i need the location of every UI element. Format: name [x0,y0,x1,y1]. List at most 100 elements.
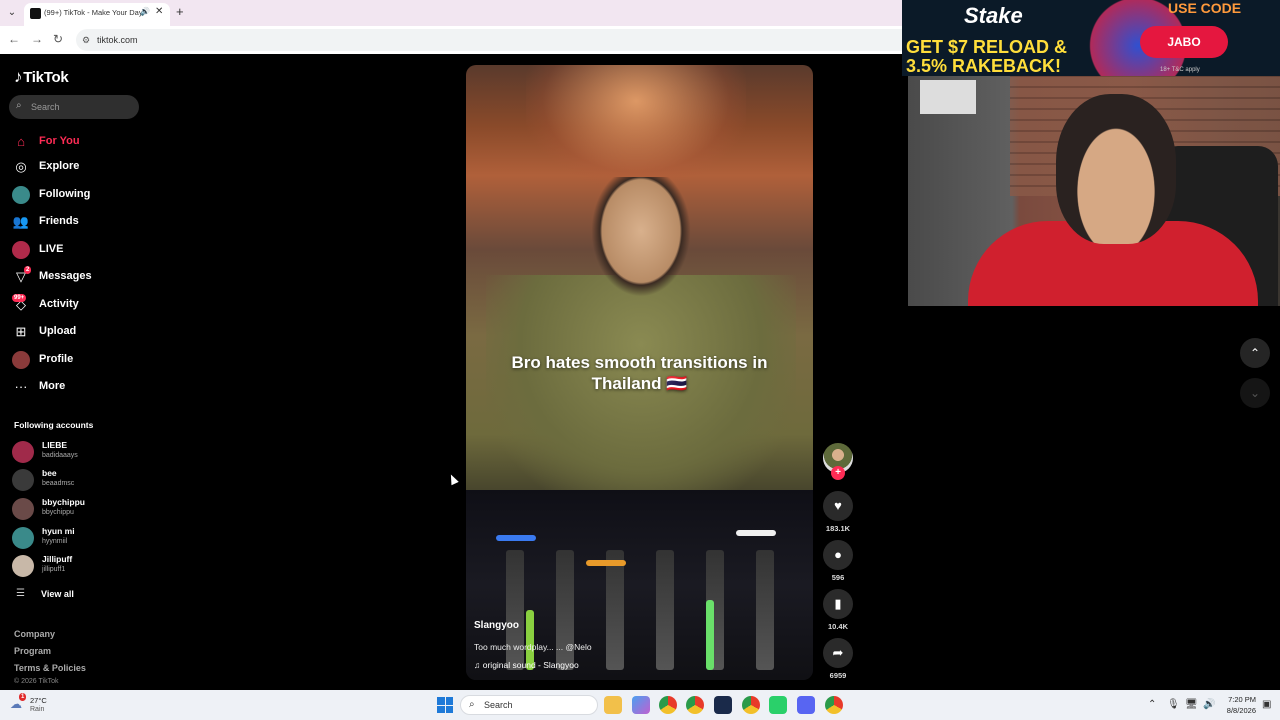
nav-item-following[interactable]: Following [12,184,142,206]
nav-label: Messages [39,270,92,282]
nav-label: More [39,380,66,392]
browser-tab[interactable]: (99+) TikTok - Make Your Day 🔊 ✕ [24,3,170,26]
streamer-head [1056,94,1176,244]
webcam-overlay [908,76,1280,306]
account-name: LIEBE [42,440,68,450]
browser-toolbar: ← → ↻ ⚙ tiktok.com [0,26,902,54]
file-explorer-icon[interactable] [604,696,622,714]
follow-plus-icon[interactable]: + [831,466,845,480]
weather-condition: Rain [30,706,45,713]
mouse-cursor-icon [447,472,459,486]
windows-start-icon[interactable] [437,697,453,713]
search-box[interactable]: ⌕ [9,95,139,119]
chrome-active-icon[interactable] [825,696,843,714]
following-account[interactable]: bee beaadmsc [12,467,142,493]
browser-tab-bar: ⌄ (99+) TikTok - Make Your Day 🔊 ✕ + [0,0,902,26]
sound-label: original sound - Slangyoo [482,660,579,670]
account-name: bee [42,468,57,478]
save-button[interactable]: ▮ 10.4K [823,589,853,631]
nav-item-explore[interactable]: ◎ Explore [12,156,142,178]
following-account[interactable]: hyun mi hyynmiil [12,525,142,551]
previous-video-chevron-up-icon[interactable]: ⌃ [1240,338,1270,368]
network-icon[interactable]: 🖥 [1185,699,1198,710]
avatar [12,498,34,520]
url-text[interactable]: tiktok.com [97,35,138,45]
tiktok-logo[interactable]: ♪TikTok [14,67,69,87]
footer-link-company[interactable]: Company [14,629,55,639]
view-all-button[interactable]: ☰ View all [14,588,114,602]
clock-time[interactable]: 7:20 PM [1226,695,1256,704]
video-author[interactable]: Slangyoo [474,620,519,631]
address-bar[interactable]: ⚙ tiktok.com [76,29,902,51]
chrome-alt-icon[interactable] [742,696,760,714]
chrome-profile-icon[interactable] [686,696,704,714]
nav-item-upload[interactable]: ⊞ Upload [12,321,142,343]
volume-icon[interactable]: 🔊 [1203,699,1215,710]
following-account[interactable]: LIEBE badidaaays [12,439,142,465]
new-tab-plus-icon[interactable]: + [176,4,184,19]
back-arrow-icon[interactable]: ← [8,32,20,46]
nav-item-messages[interactable]: ▽ 2 Messages [12,266,142,288]
steam-icon[interactable] [714,696,732,714]
footer-link-program[interactable]: Program [14,646,51,656]
video-sound[interactable]: ♫ original sound - Slangyoo [474,660,579,670]
nav-item-activity[interactable]: ◇ 99+ Activity [12,294,142,316]
account-handle: bbychippu [42,509,74,516]
close-tab-icon[interactable]: ✕ [155,6,163,17]
clock-date[interactable]: 8/8/2026 [1222,706,1256,715]
nav-item-friends[interactable]: 👥 Friends [12,211,142,233]
comment-button[interactable]: ● 596 [823,540,853,582]
tray-chevron-up-icon[interactable]: ⌃ [1148,699,1156,710]
next-video-chevron-down-icon[interactable]: ⌄ [1240,378,1270,408]
weather-widget[interactable]: ☁ 1 27°C Rain [6,693,66,716]
home-icon: ⌂ [17,134,25,149]
nav-label: Upload [39,325,77,337]
following-account[interactable]: bbychippu bbychippu [12,496,142,522]
avatar [12,469,34,491]
microphone-icon[interactable]: 🎙 [1167,699,1180,710]
nav-item-for-you[interactable]: ⌂ For You [12,131,142,153]
spotify-icon[interactable] [769,696,787,714]
site-info-icon[interactable]: ⚙ [82,35,92,45]
video-light-flare [526,65,746,185]
audio-playing-icon[interactable]: 🔊 [140,7,150,16]
discord-icon[interactable] [797,696,815,714]
copilot-icon[interactable] [632,696,650,714]
nav-label: Friends [39,215,79,227]
music-note-icon: ♫ [474,660,483,670]
video-description[interactable]: Too much wordplay... ... @Nelo [474,642,592,652]
video-player[interactable]: Bro hates smooth transitions in Thailand… [466,65,813,680]
forward-arrow-icon[interactable]: → [31,32,43,46]
chrome-icon[interactable] [659,696,677,714]
taskbar-search[interactable]: ⌕ Search [460,695,598,715]
comment-count: 596 [831,573,845,582]
more-icon: ··· [14,379,28,394]
share-button[interactable]: ➦ 6959 [823,638,853,680]
like-button[interactable]: ♥ 183.1K [823,491,853,533]
activity-badge: 99+ [12,294,27,302]
avatar [12,555,34,577]
following-accounts-title: Following accounts [14,420,94,430]
following-account[interactable]: Jillipuff jillipuff1 [12,553,142,579]
account-name: Jillipuff [42,554,73,564]
share-count: 6959 [829,671,847,680]
nav-item-profile[interactable]: Profile [12,349,142,371]
profile-avatar-icon [12,351,30,369]
avatar [12,441,34,463]
reload-icon[interactable]: ↻ [53,32,63,46]
nav-item-live[interactable]: LIVE [12,239,142,261]
list-icon: ☰ [16,588,25,599]
notification-icon[interactable]: ▣ [1262,699,1271,710]
stake-ad-banner: Stake GET $7 RELOAD & 3.5% RAKEBACK! USE… [902,0,1280,76]
account-handle: hyynmiil [42,538,68,545]
search-input[interactable] [31,99,131,115]
search-icon: ⌕ [16,100,22,111]
nav-item-more[interactable]: ··· More [12,376,142,398]
ad-brand: Stake [964,3,1023,28]
weather-badge: 1 [19,693,27,701]
nav-label: Following [39,188,91,200]
sidebar: ♪TikTok ⌕ ⌂ For You ◎ Explore Following … [0,54,150,690]
tab-list-chevron-icon[interactable]: ⌄ [4,5,20,21]
footer-link-terms[interactable]: Terms & Policies [14,663,86,673]
avatar [12,527,34,549]
